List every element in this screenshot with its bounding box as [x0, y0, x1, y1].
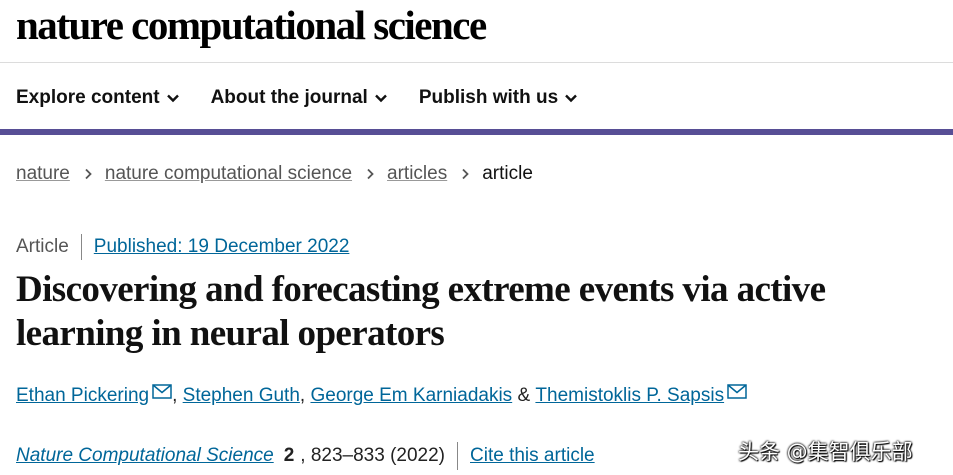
mail-icon[interactable]: [152, 383, 172, 399]
author-list: Ethan Pickering , Stephen Guth , George …: [16, 383, 747, 407]
chevron-right-icon: [462, 168, 469, 180]
nav-about-journal[interactable]: About the journal: [211, 84, 388, 112]
author-link[interactable]: Themistoklis P. Sapsis: [535, 385, 724, 407]
nav-publish-with-us[interactable]: Publish with us: [419, 84, 578, 112]
watermark-text: 头条 @集智俱乐部: [738, 440, 913, 464]
author-separator: ,: [299, 385, 311, 406]
chevron-right-icon: [85, 168, 92, 180]
breadcrumb-current: article: [482, 163, 533, 184]
nav-publish-with-us-label: Publish with us: [418, 87, 559, 108]
nav-explore-content-label: Explore content: [16, 87, 160, 108]
chevron-down-icon: [166, 94, 179, 103]
author-link[interactable]: Ethan Pickering: [16, 385, 149, 407]
breadcrumb-nature[interactable]: nature: [16, 163, 70, 185]
citation-divider: [457, 442, 459, 470]
article-meta: Article Published: 19 December 2022: [16, 234, 349, 260]
nav-about-journal-label: About the journal: [210, 87, 368, 108]
breadcrumb: nature nature computational science arti…: [16, 163, 533, 185]
breadcrumb-journal[interactable]: nature computational science: [105, 163, 352, 185]
author-separator: &: [512, 385, 536, 406]
nav-explore-content[interactable]: Explore content: [16, 84, 180, 112]
journal-name-link[interactable]: Nature Computational Science: [16, 445, 274, 467]
mail-icon[interactable]: [727, 383, 747, 399]
meta-divider: [80, 234, 82, 260]
author-link[interactable]: George Em Karniadakis: [310, 385, 512, 407]
chevron-right-icon: [367, 168, 374, 180]
author-link[interactable]: Stephen Guth: [183, 385, 300, 407]
breadcrumb-articles[interactable]: articles: [387, 163, 447, 185]
accent-bar: [0, 129, 953, 135]
published-date-link[interactable]: Published: 19 December 2022: [94, 236, 350, 258]
journal-brand-logo[interactable]: nature computational science: [16, 2, 487, 48]
volume-number: 2: [283, 445, 295, 466]
cite-this-article-link[interactable]: Cite this article: [470, 445, 595, 467]
header-divider: [0, 62, 953, 63]
main-nav: Explore content About the journal Publis…: [16, 84, 609, 112]
article-type: Article: [16, 236, 69, 257]
author-separator: ,: [172, 385, 183, 406]
chevron-down-icon: [374, 94, 387, 103]
citation-row: Nature Computational Science 2 , 823–833…: [16, 442, 595, 470]
pages-year: , 823–833 (2022): [300, 445, 446, 466]
article-title: Discovering and forecasting extreme even…: [16, 269, 826, 354]
chevron-down-icon: [565, 94, 578, 103]
